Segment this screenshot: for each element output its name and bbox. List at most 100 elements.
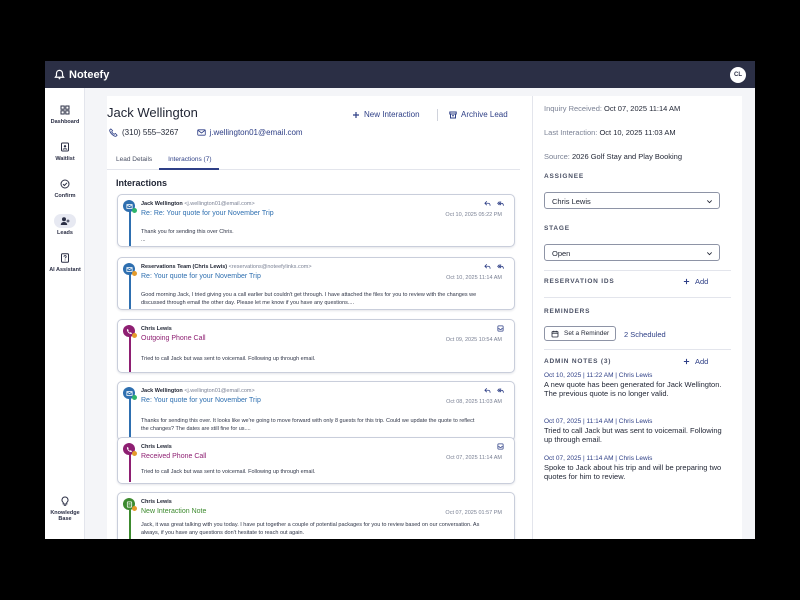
timeline-line <box>129 274 131 309</box>
contact-row: (310) 555–3267 j.wellington01@email.com <box>109 128 303 137</box>
sidebar-item-label: Leads <box>57 230 73 236</box>
lead-phone[interactable]: (310) 555–3267 <box>109 128 179 137</box>
sidebar-item-dashboard[interactable]: Dashboard <box>47 98 83 130</box>
lead-name: Jack Wellington <box>107 105 198 120</box>
phone-incoming-icon <box>123 443 137 456</box>
user-plus-icon <box>60 217 70 225</box>
reservation-ids-heading: RESERVATION IDS <box>544 278 615 285</box>
phone-outgoing-icon <box>123 325 137 338</box>
divider <box>544 349 731 350</box>
sidebar-item-knowledge-base[interactable]: Knowledge Base <box>47 488 83 528</box>
interaction-body: Good morning Jack, I tried giving you a … <box>141 292 477 306</box>
timeline-line <box>129 398 131 440</box>
sidebar-item-label: AI Assistant <box>49 267 81 273</box>
grid-icon <box>60 105 70 115</box>
admin-note-meta: Oct 07, 2025 | 11:14 AM | Chris Lewis <box>544 455 653 462</box>
clipboard-icon <box>61 142 69 152</box>
sidebar-item-ai-assistant[interactable]: AI Assistant <box>47 246 83 278</box>
sidebar-item-leads[interactable]: Leads <box>47 209 83 241</box>
assignee-select[interactable]: Chris Lewis <box>544 192 720 209</box>
plus-icon <box>683 358 690 365</box>
interaction-from: Reservations Team (Chris Lewis) <reserva… <box>141 264 312 270</box>
timeline-line <box>129 509 131 539</box>
tab-interactions[interactable]: Interactions (7) <box>159 150 219 170</box>
reply-all-icon[interactable] <box>497 387 504 394</box>
archive-lead-button[interactable]: Archive Lead <box>449 110 508 119</box>
brand-logo[interactable]: Noteefy <box>54 69 109 81</box>
lead-email-text: j.wellington01@email.com <box>209 128 303 137</box>
reply-all-icon[interactable] <box>497 263 504 270</box>
admin-notes-heading: ADMIN NOTES (3) <box>544 358 612 365</box>
interaction-subject: New Interaction Note <box>141 508 207 515</box>
sidebar: Dashboard Waitlist Confirm Leads AI Assi… <box>45 88 85 539</box>
interaction-body: Jack, it was great talking with you toda… <box>141 522 480 536</box>
lead-email[interactable]: j.wellington01@email.com <box>196 128 303 137</box>
chevron-down-icon <box>707 252 712 256</box>
interaction-card[interactable]: Jack Wellington <j.wellington01@email.co… <box>117 194 515 247</box>
sidebar-item-waitlist[interactable]: Waitlist <box>47 135 83 167</box>
interaction-body: Tried to call Jack but was sent to voice… <box>141 356 316 362</box>
interaction-from: Chris Lewis <box>141 499 172 505</box>
assignee-heading: ASSIGNEE <box>544 173 584 180</box>
bell-logo-icon <box>54 69 65 80</box>
interaction-card[interactable]: Chris Lewis Received Phone Call Oct 07, … <box>117 437 515 484</box>
admin-note-text: Tried to call Jack but was sent to voice… <box>544 426 722 444</box>
archive-box-icon[interactable] <box>497 325 504 332</box>
interaction-subject: Re: Your quote for your November Trip <box>141 397 261 404</box>
interaction-body: Thank you for sending this over Chris...… <box>141 229 234 243</box>
sidebar-item-confirm[interactable]: Confirm <box>47 172 83 204</box>
interaction-date: Oct 07, 2025 11:14 AM <box>446 455 502 461</box>
archive-box-icon[interactable] <box>497 443 504 450</box>
plus-icon <box>683 278 690 285</box>
scheduled-reminders-link[interactable]: 2 Scheduled <box>624 330 666 339</box>
question-book-icon <box>61 253 69 263</box>
add-reservation-id-button[interactable]: Add <box>683 277 708 286</box>
top-bar: Noteefy CL <box>45 61 755 88</box>
admin-note-text: A new quote has been generated for Jack … <box>544 380 722 398</box>
interaction-card[interactable]: Chris Lewis New Interaction Note Oct 07,… <box>117 492 515 539</box>
interaction-subject: Outgoing Phone Call <box>141 335 206 342</box>
sidebar-item-label: Waitlist <box>55 156 75 162</box>
interaction-subject: Received Phone Call <box>141 453 207 460</box>
reply-all-icon[interactable] <box>497 200 504 207</box>
reply-icon[interactable] <box>484 263 491 270</box>
email-outbound-icon <box>123 263 137 276</box>
email-inbound-icon <box>123 200 137 213</box>
user-avatar[interactable]: CL <box>730 66 746 83</box>
new-interaction-button[interactable]: New Interaction <box>352 110 420 119</box>
admin-note-meta: Oct 10, 2025 | 11:22 AM | Chris Lewis <box>544 372 653 379</box>
sidebar-item-label: Confirm <box>54 193 76 199</box>
interaction-from: Jack Wellington <j.wellington01@email.co… <box>141 201 255 207</box>
tab-lead-details[interactable]: Lead Details <box>107 150 159 170</box>
interaction-card[interactable]: Chris Lewis Outgoing Phone Call Oct 09, … <box>117 319 515 373</box>
interaction-date: Oct 09, 2025 10:54 AM <box>445 337 502 343</box>
interaction-subject: Re: Your quote for your November Trip <box>141 273 261 280</box>
interaction-from: Chris Lewis <box>141 444 172 450</box>
stage-select[interactable]: Open <box>544 244 720 261</box>
divider <box>544 270 731 271</box>
sidebar-item-label: Knowledge Base <box>50 510 80 522</box>
interaction-date: Oct 08, 2025 11:03 AM <box>446 399 502 405</box>
email-inbound-icon <box>123 387 137 400</box>
stage-value: Open <box>552 249 571 258</box>
admin-note-text: Spoke to Jack about his trip and will be… <box>544 463 722 481</box>
lead-phone-text: (310) 555–3267 <box>122 128 179 137</box>
note-icon <box>123 498 137 511</box>
admin-note: Oct 07, 2025 | 11:14 AM | Chris Lewis Tr… <box>544 418 724 444</box>
interaction-from: Chris Lewis <box>141 326 172 332</box>
interaction-card[interactable]: Jack Wellington <j.wellington01@email.co… <box>117 381 515 441</box>
interaction-actions <box>484 387 504 394</box>
reply-icon[interactable] <box>484 387 491 394</box>
add-admin-note-button[interactable]: Add <box>683 357 708 366</box>
reply-icon[interactable] <box>484 200 491 207</box>
interaction-date: Oct 10, 2025 05:22 PM <box>445 212 502 218</box>
lightbulb-icon <box>61 496 69 506</box>
timeline-line <box>129 454 131 482</box>
set-reminder-button[interactable]: Set a Reminder <box>544 326 617 341</box>
admin-note: Oct 10, 2025 | 11:22 AM | Chris Lewis A … <box>544 372 724 398</box>
divider <box>544 297 731 298</box>
header-divider <box>437 109 438 121</box>
interaction-date: Oct 07, 2025 01:57 PM <box>445 510 502 516</box>
admin-note-meta: Oct 07, 2025 | 11:14 AM | Chris Lewis <box>544 418 653 425</box>
interaction-card[interactable]: Reservations Team (Chris Lewis) <reserva… <box>117 257 515 310</box>
